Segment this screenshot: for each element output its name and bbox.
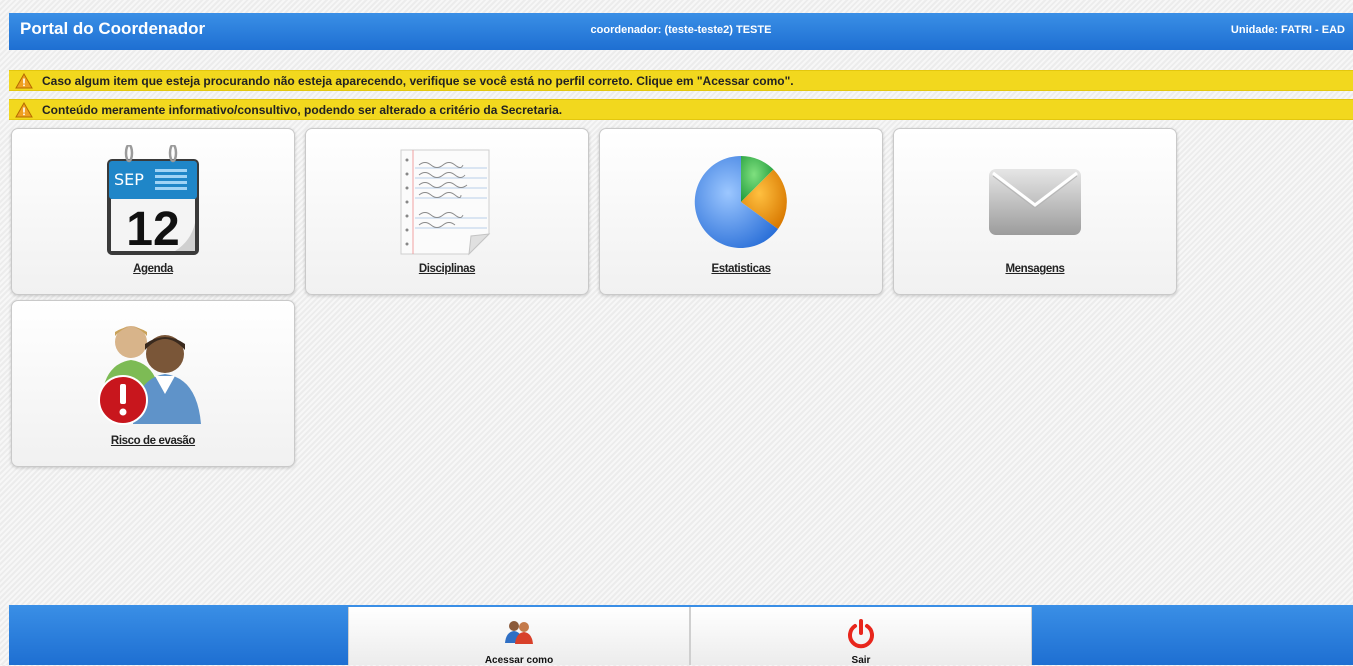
footer-bar: Acessar como Sair	[9, 605, 1353, 666]
unit-info: Unidade: FATRI - EAD	[1230, 24, 1345, 36]
notepad-icon	[400, 149, 491, 256]
sair-button[interactable]: Sair	[690, 607, 1032, 666]
tile-mensagens[interactable]: Mensagens	[893, 128, 1177, 295]
envelope-icon	[989, 169, 1081, 235]
user-info: coordenador: (teste-teste2) TESTE	[590, 24, 772, 36]
tile-risco-de-evasao[interactable]: Risco de evasão	[11, 300, 295, 467]
calendar-day: 12	[126, 203, 179, 256]
calendar-icon: SEP 12	[107, 145, 199, 256]
alert-profile-notice: Caso algum item que esteja procurando nã…	[9, 70, 1353, 91]
warning-icon	[15, 73, 33, 89]
top-bar: Portal do Coordenador coordenador: (test…	[9, 13, 1353, 50]
alert-disclaimer: Conteúdo meramente informativo/consultiv…	[9, 99, 1353, 120]
alert-text: Conteúdo meramente informativo/consultiv…	[42, 103, 563, 117]
tile-estatisticas[interactable]: Estatisticas	[599, 128, 883, 295]
warning-icon	[15, 102, 33, 118]
alert-text: Caso algum item que esteja procurando nã…	[42, 74, 794, 88]
pie-chart-icon	[694, 155, 787, 248]
calendar-month: SEP	[114, 170, 144, 189]
tile-label: Risco de evasão	[110, 435, 196, 447]
tile-label: Agenda	[133, 263, 173, 275]
tile-label: Estatisticas	[711, 263, 771, 275]
tile-label: Mensagens	[1005, 263, 1065, 275]
tile-disciplinas[interactable]: Disciplinas	[305, 128, 589, 295]
sair-label: Sair	[851, 655, 871, 666]
tile-label: Disciplinas	[418, 263, 476, 275]
tile-agenda[interactable]: SEP 12 Agenda	[11, 128, 295, 295]
acessar-como-button[interactable]: Acessar como	[348, 607, 690, 666]
acessar-como-label: Acessar como	[484, 655, 554, 666]
switch-user-icon	[505, 621, 533, 644]
power-icon	[848, 619, 874, 649]
users-alert-icon	[98, 326, 201, 425]
